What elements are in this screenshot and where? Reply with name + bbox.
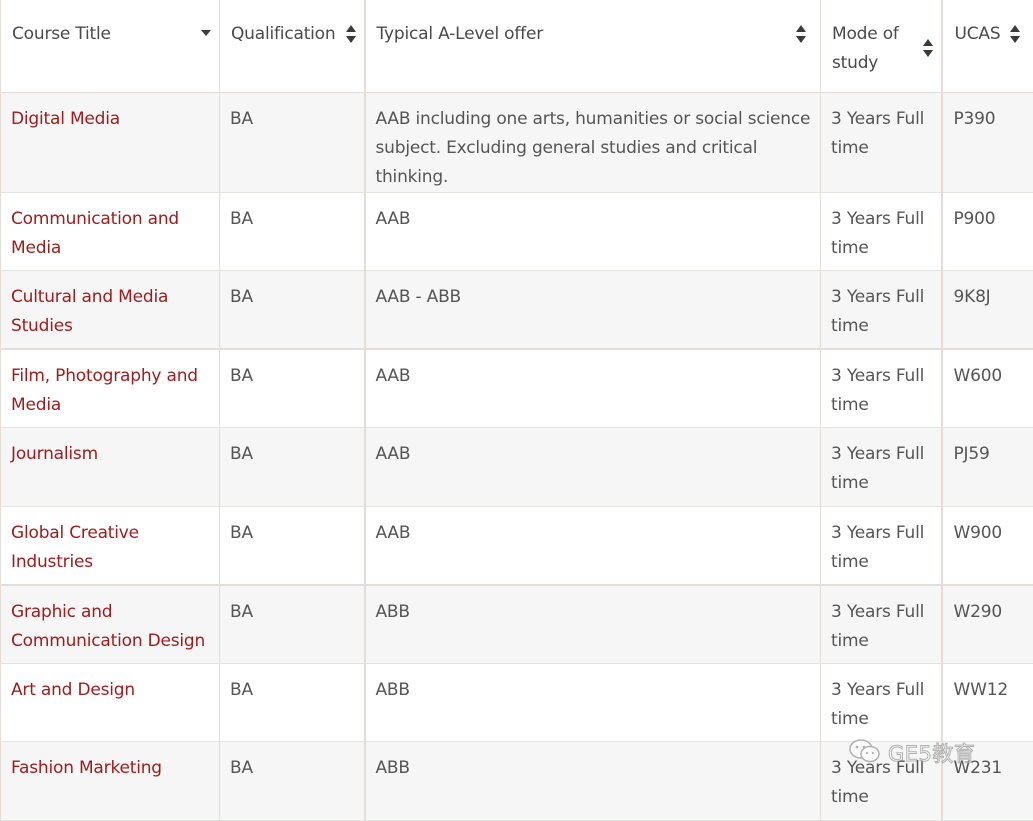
sort-both-icon[interactable] xyxy=(923,38,933,60)
header-ucas[interactable]: UCAS xyxy=(942,0,1033,92)
qualification-cell: BA xyxy=(220,585,365,664)
offer-cell: AAB xyxy=(365,349,821,428)
course-cell: Fashion Marketing xyxy=(1,742,220,821)
header-course-title[interactable]: Course Title xyxy=(1,0,220,92)
qualification-cell: BA xyxy=(220,663,365,742)
table-row: Digital Media BA AAB including one arts,… xyxy=(1,92,1033,192)
course-link[interactable]: Film, Photography and Media xyxy=(11,366,198,415)
course-cell: Journalism xyxy=(1,428,220,507)
header-qualification[interactable]: Qualification xyxy=(220,0,365,92)
qualification-cell: BA xyxy=(220,92,365,192)
mode-cell: 3 Years Full time xyxy=(821,742,942,821)
ucas-cell: P900 xyxy=(942,192,1033,271)
course-cell: Global Creative Industries xyxy=(1,506,220,585)
header-course-title-label: Course Title xyxy=(12,20,211,49)
ucas-cell: P390 xyxy=(942,92,1033,192)
course-cell: Art and Design xyxy=(1,663,220,742)
course-cell: Digital Media xyxy=(1,92,220,192)
table-row: Fashion Marketing BA ABB 3 Years Full ti… xyxy=(1,742,1033,821)
course-cell: Cultural and Media Studies xyxy=(1,271,220,350)
table-row: Graphic and Communication Design BA ABB … xyxy=(1,585,1033,664)
header-mode-of-study[interactable]: Mode of study xyxy=(821,0,942,92)
offer-cell: AAB including one arts, humanities or so… xyxy=(365,92,821,192)
course-link[interactable]: Journalism xyxy=(11,444,98,464)
offer-cell: AAB xyxy=(365,506,821,585)
courses-table: Course Title Qualification Typical A- xyxy=(0,0,1033,821)
course-link[interactable]: Global Creative Industries xyxy=(11,523,139,572)
qualification-cell: BA xyxy=(220,192,365,271)
course-link[interactable]: Graphic and Communication Design xyxy=(11,602,205,651)
table-row: Art and Design BA ABB 3 Years Full time … xyxy=(1,663,1033,742)
ucas-cell: W900 xyxy=(942,506,1033,585)
sort-both-icon[interactable] xyxy=(796,24,806,46)
course-link[interactable]: Communication and Media xyxy=(11,209,179,258)
offer-cell: ABB xyxy=(365,742,821,821)
table-row: Film, Photography and Media BA AAB 3 Yea… xyxy=(1,349,1033,428)
mode-cell: 3 Years Full time xyxy=(821,428,942,507)
course-cell: Film, Photography and Media xyxy=(1,349,220,428)
offer-cell: AAB - ABB xyxy=(365,271,821,350)
mode-cell: 3 Years Full time xyxy=(821,585,942,664)
qualification-cell: BA xyxy=(220,742,365,821)
table-row: Communication and Media BA AAB 3 Years F… xyxy=(1,192,1033,271)
course-cell: Graphic and Communication Design xyxy=(1,585,220,664)
qualification-cell: BA xyxy=(220,349,365,428)
ucas-cell: W290 xyxy=(942,585,1033,664)
course-link[interactable]: Fashion Marketing xyxy=(11,758,162,778)
ucas-cell: W600 xyxy=(942,349,1033,428)
offer-cell: AAB xyxy=(365,428,821,507)
ucas-cell: 9K8J xyxy=(942,271,1033,350)
table-row: Global Creative Industries BA AAB 3 Year… xyxy=(1,506,1033,585)
sort-desc-icon[interactable] xyxy=(201,24,211,46)
header-a-level-offer[interactable]: Typical A-Level offer xyxy=(365,0,821,92)
ucas-cell: PJ59 xyxy=(942,428,1033,507)
ucas-cell: W231 xyxy=(942,742,1033,821)
header-qualification-label: Qualification xyxy=(231,20,356,49)
header-a-level-offer-label: Typical A-Level offer xyxy=(377,20,813,49)
mode-cell: 3 Years Full time xyxy=(821,192,942,271)
table-header-row: Course Title Qualification Typical A- xyxy=(1,0,1033,92)
mode-cell: 3 Years Full time xyxy=(821,663,942,742)
qualification-cell: BA xyxy=(220,271,365,350)
course-cell: Communication and Media xyxy=(1,192,220,271)
offer-cell: ABB xyxy=(365,585,821,664)
mode-cell: 3 Years Full time xyxy=(821,506,942,585)
header-mode-of-study-label: Mode of study xyxy=(832,20,913,78)
sort-both-icon[interactable] xyxy=(1010,24,1020,46)
qualification-cell: BA xyxy=(220,506,365,585)
ucas-cell: WW12 xyxy=(942,663,1033,742)
mode-cell: 3 Years Full time xyxy=(821,349,942,428)
offer-cell: ABB xyxy=(365,663,821,742)
course-link[interactable]: Art and Design xyxy=(11,680,135,700)
table-row: Journalism BA AAB 3 Years Full time PJ59 xyxy=(1,428,1033,507)
table-row: Cultural and Media Studies BA AAB - ABB … xyxy=(1,271,1033,350)
course-link[interactable]: Digital Media xyxy=(11,109,120,129)
mode-cell: 3 Years Full time xyxy=(821,92,942,192)
mode-cell: 3 Years Full time xyxy=(821,271,942,350)
offer-cell: AAB xyxy=(365,192,821,271)
sort-both-icon[interactable] xyxy=(346,24,356,46)
qualification-cell: BA xyxy=(220,428,365,507)
course-link[interactable]: Cultural and Media Studies xyxy=(11,287,168,336)
